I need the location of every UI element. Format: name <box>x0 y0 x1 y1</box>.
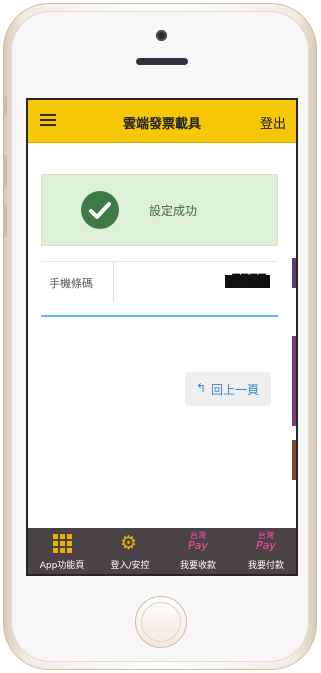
edge-marker <box>292 258 296 288</box>
gear-icon: ⚙ <box>120 532 138 554</box>
tab-label: 我要收款 <box>179 561 216 571</box>
phone-barcode-label: 手機條碼 <box>49 277 93 290</box>
back-button-label: 回上一頁 <box>211 383 260 397</box>
tab-login-security[interactable]: ⚙ 登入/安控 <box>96 528 164 574</box>
tab-receive-payment[interactable]: 台灣 Pay 我要收款 <box>164 528 232 574</box>
top-bar: 雲端發票載具 登出 <box>28 100 296 143</box>
tab-app-functions[interactable]: App功能頁 <box>28 528 96 574</box>
earpiece-speaker <box>136 58 188 65</box>
taiwan-pay-icon: 台灣 Pay <box>256 531 276 552</box>
success-message: 設定成功 <box>149 204 198 218</box>
app-screen: 雲端發票載具 登出 設定成功 手機條碼 /████ ↰ 回上一頁 App功能頁 <box>26 98 298 576</box>
page-title: 雲端發票載具 <box>122 117 201 132</box>
success-alert: 設定成功 <box>41 174 278 246</box>
field-underline <box>41 315 278 317</box>
logout-button[interactable]: 登出 <box>260 113 286 132</box>
front-camera <box>156 30 167 41</box>
phone-barcode-row: 手機條碼 /████ <box>41 262 278 302</box>
home-button[interactable] <box>135 596 187 648</box>
tab-label: 我要付款 <box>247 561 284 571</box>
back-button[interactable]: ↰ 回上一頁 <box>185 372 271 406</box>
volume-down-button <box>3 204 7 238</box>
tab-make-payment[interactable]: 台灣 Pay 我要付款 <box>232 528 296 574</box>
mute-switch <box>3 96 7 116</box>
volume-up-button <box>3 154 7 188</box>
edge-marker <box>292 440 296 480</box>
grid-icon <box>53 534 73 554</box>
taiwan-pay-icon: 台灣 Pay <box>188 531 208 552</box>
tab-label: App功能頁 <box>39 561 85 571</box>
back-arrow-icon: ↰ <box>196 381 207 395</box>
phone-barcode-value: /████ <box>224 275 270 288</box>
field-divider <box>113 262 114 302</box>
bottom-nav: App功能頁 ⚙ 登入/安控 台灣 Pay 我要收款 台灣 Pay 我要付款 <box>28 528 296 574</box>
tab-label: 登入/安控 <box>110 561 150 571</box>
edge-marker <box>292 336 296 426</box>
check-icon <box>81 191 119 229</box>
